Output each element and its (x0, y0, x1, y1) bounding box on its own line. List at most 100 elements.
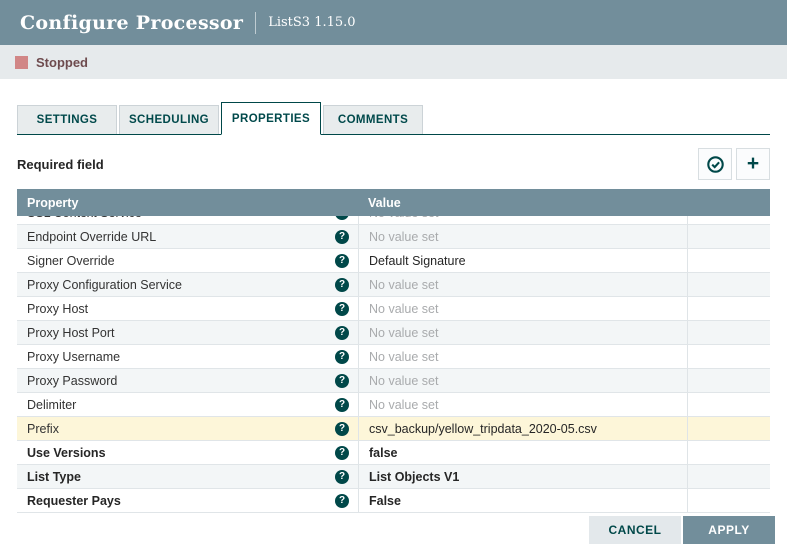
table-row[interactable]: Prefix? csv_backup/yellow_tripdata_2020-0… (17, 417, 770, 441)
property-name-cell: SSL Context Service? (17, 216, 358, 224)
property-name: Endpoint Override URL (27, 230, 156, 244)
property-actions-cell (687, 393, 770, 416)
property-value-cell[interactable]: Default Signature (358, 249, 687, 272)
table-row[interactable]: Delimiter? No value set (17, 393, 770, 417)
property-value-cell[interactable]: No value set (358, 345, 687, 368)
tab-properties[interactable]: PROPERTIES (221, 102, 321, 135)
help-icon[interactable]: ? (335, 374, 349, 388)
property-value: No value set (369, 216, 438, 220)
property-name-cell: Proxy Configuration Service? (17, 273, 358, 296)
property-value-cell[interactable]: No value set (358, 393, 687, 416)
property-value-cell[interactable]: No value set (358, 369, 687, 392)
properties-table: Property Value SSL Context Service? No va… (17, 189, 770, 513)
tab-bar: SETTINGS SCHEDULING PROPERTIES COMMENTS (17, 101, 770, 135)
help-icon[interactable]: ? (335, 422, 349, 436)
property-name-cell: Proxy Host? (17, 297, 358, 320)
property-value: csv_backup/yellow_tripdata_2020-05.csv (369, 422, 597, 436)
column-header-property: Property (17, 196, 358, 210)
property-value: List Objects V1 (369, 470, 459, 484)
properties-toolbar: Required field + (17, 148, 770, 180)
tab-scheduling[interactable]: SCHEDULING (119, 105, 219, 134)
property-name: Signer Override (27, 254, 115, 268)
property-actions-cell (687, 225, 770, 248)
property-name-cell: Prefix? (17, 417, 358, 440)
table-row[interactable]: Use Versions?false (17, 441, 770, 465)
table-row[interactable]: Signer Override? Default Signature (17, 249, 770, 273)
status-bar: Stopped (0, 45, 787, 79)
apply-button[interactable]: APPLY (683, 516, 775, 544)
dialog-header: Configure Processor ListS3 1.15.0 (0, 0, 787, 45)
property-value-cell[interactable]: No value set (358, 297, 687, 320)
property-value: No value set (369, 398, 438, 412)
required-field-label: Required field (17, 157, 104, 172)
table-row[interactable]: Proxy Configuration Service?No value set (17, 273, 770, 297)
property-name-cell: Proxy Password? (17, 369, 358, 392)
property-actions-cell (687, 273, 770, 296)
add-property-button[interactable]: + (736, 148, 770, 180)
table-row[interactable]: Proxy Username?No value set (17, 345, 770, 369)
help-icon[interactable]: ? (335, 254, 349, 268)
property-actions-cell (687, 249, 770, 272)
help-icon[interactable]: ? (335, 278, 349, 292)
help-icon[interactable]: ? (335, 446, 349, 460)
help-icon[interactable]: ? (335, 398, 349, 412)
help-icon[interactable]: ? (335, 494, 349, 508)
property-actions-cell (687, 297, 770, 320)
title-divider (255, 12, 256, 34)
property-value-cell[interactable]: No value set (358, 225, 687, 248)
property-name-cell: Proxy Host Port? (17, 321, 358, 344)
tab-settings[interactable]: SETTINGS (17, 105, 117, 134)
table-row[interactable]: Requester Pays? False (17, 489, 770, 513)
verify-properties-button[interactable] (698, 148, 732, 180)
help-icon[interactable]: ? (335, 350, 349, 364)
property-name-cell: Proxy Username? (17, 345, 358, 368)
table-row[interactable]: SSL Context Service? No value set (17, 216, 770, 225)
property-name: Proxy Password (27, 374, 117, 388)
help-icon[interactable]: ? (335, 470, 349, 484)
dialog-title: Configure Processor (20, 12, 243, 34)
property-actions-cell (687, 417, 770, 440)
property-name-cell: Requester Pays? (17, 489, 358, 512)
property-actions-cell (687, 321, 770, 344)
property-actions-cell (687, 369, 770, 392)
property-value-cell[interactable]: False (358, 489, 687, 512)
table-row[interactable]: Proxy Password? No value set (17, 369, 770, 393)
property-value-cell[interactable]: List Objects V1 (358, 465, 687, 488)
table-row[interactable]: List Type? List Objects V1 (17, 465, 770, 489)
property-value: Default Signature (369, 254, 466, 268)
help-icon[interactable]: ? (335, 326, 349, 340)
property-name: SSL Context Service (27, 216, 142, 220)
configure-processor-dialog: Configure Processor ListS3 1.15.0 Stoppe… (0, 0, 787, 554)
help-icon[interactable]: ? (335, 302, 349, 316)
property-actions-cell (687, 489, 770, 512)
property-value: No value set (369, 230, 438, 244)
property-value-cell[interactable]: false (358, 441, 687, 464)
property-value: No value set (369, 374, 438, 388)
table-row[interactable]: Proxy Host Port? No value set (17, 321, 770, 345)
processor-name-version: ListS3 1.15.0 (268, 15, 355, 30)
property-value: No value set (369, 302, 438, 316)
property-name: Proxy Host Port (27, 326, 115, 340)
property-value-cell[interactable]: No value set (358, 216, 687, 224)
dialog-footer: CANCEL APPLY (589, 516, 775, 544)
column-header-value: Value (358, 196, 687, 210)
property-actions-cell (687, 216, 770, 224)
table-row[interactable]: Proxy Host? No value set (17, 297, 770, 321)
property-name: Prefix (27, 422, 59, 436)
help-icon[interactable]: ? (335, 216, 349, 220)
tab-comments[interactable]: COMMENTS (323, 105, 423, 134)
property-value-cell[interactable]: No value set (358, 273, 687, 296)
table-row[interactable]: Endpoint Override URL? No value set (17, 225, 770, 249)
property-value-cell[interactable]: csv_backup/yellow_tripdata_2020-05.csv (358, 417, 687, 440)
help-icon[interactable]: ? (335, 230, 349, 244)
property-name-cell: List Type? (17, 465, 358, 488)
cancel-button[interactable]: CANCEL (589, 516, 681, 544)
property-value-cell[interactable]: No value set (358, 321, 687, 344)
property-name-cell: Endpoint Override URL? (17, 225, 358, 248)
property-value: false (369, 446, 398, 460)
property-value: No value set (369, 326, 438, 340)
property-name: Delimiter (27, 398, 76, 412)
property-actions-cell (687, 441, 770, 464)
property-value: False (369, 494, 401, 508)
property-name: Proxy Host (27, 302, 88, 316)
